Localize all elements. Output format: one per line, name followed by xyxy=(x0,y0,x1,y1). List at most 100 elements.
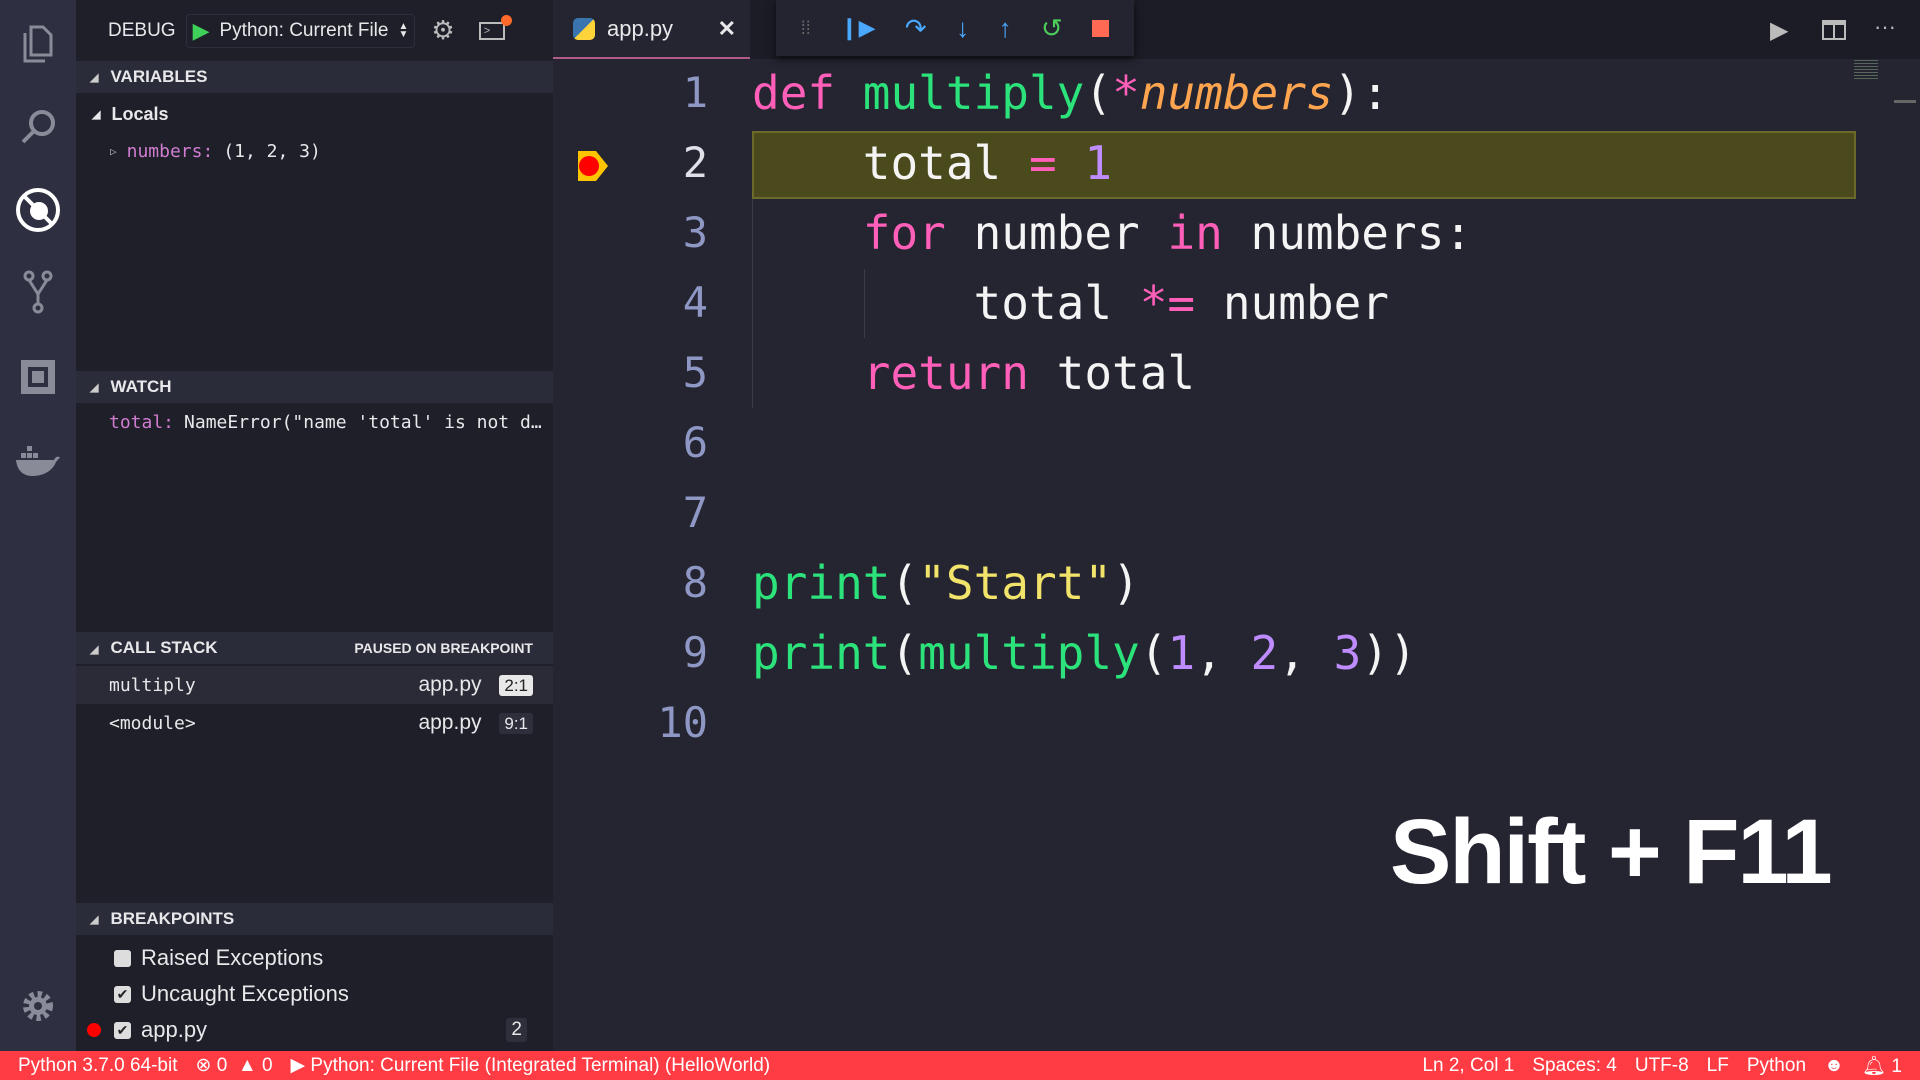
step-over-icon[interactable]: ↷ xyxy=(905,13,927,44)
section-title: CALL STACK xyxy=(110,638,218,657)
launch-status[interactable]: ▶ Python: Current File (Integrated Termi… xyxy=(291,1054,771,1077)
watch-expression: total: xyxy=(109,411,175,433)
activity-bar xyxy=(0,0,76,1051)
breakpoint-item[interactable]: Raised Exceptions xyxy=(76,943,553,973)
extensions-icon[interactable] xyxy=(14,353,62,401)
breakpoint-label: app.py xyxy=(141,1017,208,1042)
debug-console-icon[interactable]: > xyxy=(478,14,512,40)
keyboard-shortcut-overlay: Shift + F11 xyxy=(1390,801,1833,903)
source-control-icon[interactable] xyxy=(14,268,62,316)
run-icon[interactable]: ▶ xyxy=(1770,16,1788,45)
checkbox-checked[interactable]: ✔ xyxy=(114,1021,131,1039)
stack-frame[interactable]: <module> app.py 9:1 xyxy=(76,704,553,742)
breakpoint-item[interactable]: ✔ app.py 2 xyxy=(76,1015,553,1045)
line-number: 2 xyxy=(682,138,708,187)
explorer-icon[interactable] xyxy=(14,20,62,68)
debug-toolbar: ⁞⁞ ❙▶ ↷ ↓ ↑ ↺ xyxy=(776,0,1134,56)
breakpoint-dot-icon xyxy=(87,1023,101,1037)
scrollbar[interactable] xyxy=(1894,100,1916,103)
error-icon: ⊗ xyxy=(195,1055,212,1076)
code-line-1: def multiply(*numbers): xyxy=(752,66,1390,120)
paused-status: PAUSED ON BREAKPOINT xyxy=(354,640,533,656)
code-line-8: print("Start") xyxy=(752,556,1140,610)
debug-header: DEBUG ▶ Python: Current File ▲ ▼ ⚙ > xyxy=(76,0,553,61)
stack-frame[interactable]: multiply app.py 2:1 xyxy=(76,666,553,704)
indentation[interactable]: Spaces: 4 xyxy=(1532,1055,1617,1077)
variable-name: numbers: xyxy=(126,140,214,162)
close-icon[interactable]: ✕ xyxy=(718,16,736,42)
notification-count: 1 xyxy=(1891,1055,1902,1077)
section-title: WATCH xyxy=(110,377,172,396)
config-label: Python: Current File xyxy=(219,19,389,41)
search-icon[interactable] xyxy=(14,103,62,151)
locals-scope[interactable]: ◢ Locals xyxy=(76,100,553,128)
frame-name: <module> xyxy=(109,712,196,734)
tab-app-py[interactable]: app.py ✕ xyxy=(553,0,750,59)
line-number: 6 xyxy=(682,418,708,467)
step-into-icon[interactable]: ↓ xyxy=(956,13,969,44)
tab-label: app.py xyxy=(607,15,674,41)
watch-section-header[interactable]: ◢ WATCH xyxy=(76,371,553,403)
line-ending[interactable]: LF xyxy=(1707,1055,1729,1077)
drag-handle-icon[interactable]: ⁞⁞ xyxy=(801,18,811,39)
stop-icon[interactable] xyxy=(1092,19,1110,37)
continue-icon[interactable]: ❙▶ xyxy=(840,15,875,41)
encoding[interactable]: UTF-8 xyxy=(1635,1055,1689,1077)
restart-icon[interactable]: ↺ xyxy=(1041,13,1063,44)
line-number: 8 xyxy=(682,558,708,607)
start-debugging-icon[interactable]: ▶ xyxy=(193,18,210,44)
watch-item[interactable]: total: NameError("name 'total' is not d… xyxy=(76,408,553,436)
settings-gear-icon[interactable] xyxy=(14,982,62,1030)
debug-icon[interactable] xyxy=(14,186,62,234)
line-number: 7 xyxy=(682,488,708,537)
section-title: VARIABLES xyxy=(110,67,208,86)
line-number: 9 xyxy=(682,628,708,677)
play-icon: ▶ xyxy=(290,1055,306,1076)
frame-position: 2:1 xyxy=(499,675,533,696)
step-out-icon[interactable]: ↑ xyxy=(999,13,1012,44)
frame-file: app.py xyxy=(418,711,482,734)
code-line-9: print(multiply(1, 2, 3)) xyxy=(752,626,1417,680)
warning-icon: ▲ xyxy=(237,1055,257,1076)
code-line-5: return total xyxy=(752,346,1196,400)
language-mode[interactable]: Python xyxy=(1747,1055,1806,1077)
frame-file: app.py xyxy=(418,673,482,696)
chevron-updown-icon: ▲ ▼ xyxy=(398,20,409,40)
watch-value: NameError("name 'total' is not d… xyxy=(184,411,542,433)
callstack-section-header[interactable]: ◢ CALL STACK PAUSED ON BREAKPOINT xyxy=(76,632,553,664)
python-interpreter[interactable]: Python 3.7.0 64-bit xyxy=(18,1055,178,1077)
line-number: 1 xyxy=(682,68,708,117)
code-line-4: total *= number xyxy=(752,276,1389,330)
docker-icon[interactable] xyxy=(14,437,62,485)
frame-position: 9:1 xyxy=(499,713,533,734)
problems-indicator[interactable]: ⊗ 0 ▲ 0 xyxy=(196,1054,273,1077)
breakpoint-item[interactable]: ✔ Uncaught Exceptions xyxy=(76,979,553,1009)
breakpoints-section-header[interactable]: ◢ BREAKPOINTS xyxy=(76,903,553,935)
notifications[interactable]: 🔔︎ 1 xyxy=(1862,1054,1902,1078)
line-number: 5 xyxy=(682,348,708,397)
variable-value: (1, 2, 3) xyxy=(223,140,321,162)
launch-config-select[interactable]: ▶ Python: Current File ▲ ▼ xyxy=(185,13,416,48)
feedback-smiley-icon[interactable]: ☻ xyxy=(1824,1055,1844,1077)
checkbox-unchecked[interactable] xyxy=(114,949,131,967)
variables-section-header[interactable]: ◢ VARIABLES xyxy=(76,61,553,93)
warning-count: 0 xyxy=(261,1055,273,1076)
breakpoint-line: 2 xyxy=(506,1018,527,1042)
line-number: 3 xyxy=(682,208,708,257)
more-actions-icon[interactable]: ··· xyxy=(1874,14,1896,40)
line-number: 4 xyxy=(682,278,708,327)
minimap[interactable] xyxy=(1854,60,1878,80)
section-title: BREAKPOINTS xyxy=(110,909,235,928)
checkbox-checked[interactable]: ✔ xyxy=(114,985,131,1003)
breakpoint-label: Uncaught Exceptions xyxy=(141,981,349,1006)
debug-title: DEBUG xyxy=(108,19,176,41)
code-line-3: for number in numbers: xyxy=(752,206,1473,260)
split-editor-icon[interactable] xyxy=(1822,20,1846,40)
variable-item[interactable]: ▷ numbers: (1, 2, 3) xyxy=(76,137,553,165)
gear-icon[interactable]: ⚙ xyxy=(431,15,454,46)
breakpoint-label: Raised Exceptions xyxy=(141,945,324,970)
frame-name: multiply xyxy=(109,674,196,696)
python-file-icon xyxy=(573,17,595,40)
cursor-position[interactable]: Ln 2, Col 1 xyxy=(1422,1055,1514,1077)
tab-bar xyxy=(553,0,1920,59)
